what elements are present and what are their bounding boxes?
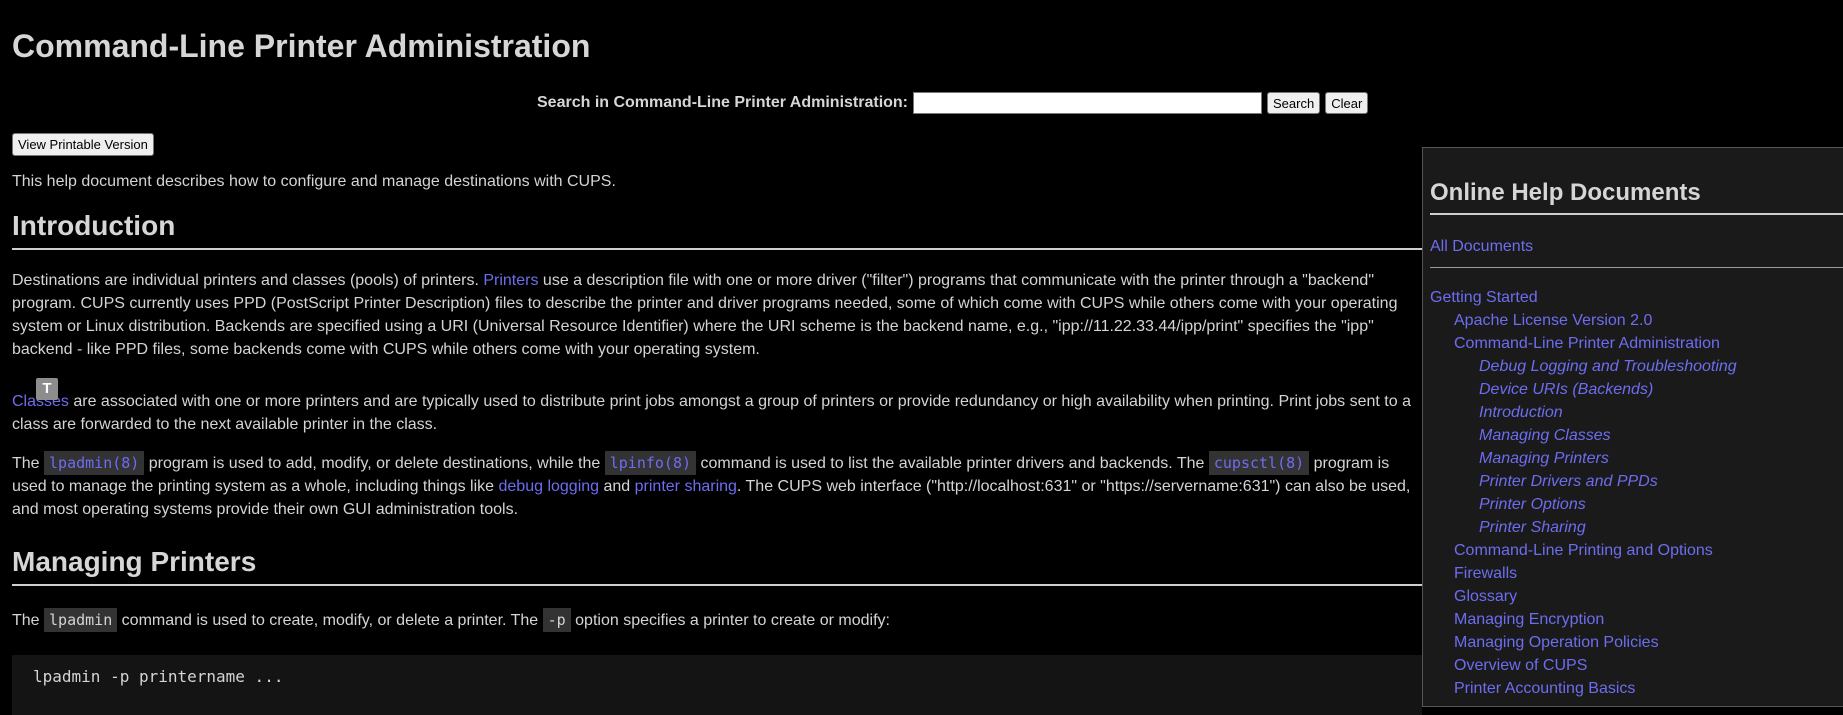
sidebar-item: Command-Line Printer Administration — [1430, 332, 1737, 355]
text: and — [599, 478, 635, 495]
text: option specifies a printer to create or … — [570, 612, 890, 629]
sidebar-link[interactable]: Apache License Version 2.0 — [1454, 312, 1652, 329]
sidebar-item: Managing Classes — [1430, 424, 1737, 447]
sidebar-link[interactable]: Managing Classes — [1479, 427, 1611, 444]
sidebar-item: Printer Sharing — [1430, 516, 1737, 539]
sidebar-item: Apache License Version 2.0 — [1430, 309, 1737, 332]
sidebar-item: Debug Logging and Troubleshooting — [1430, 355, 1737, 378]
sidebar-link[interactable]: Managing Printers — [1479, 450, 1609, 467]
sidebar-divider — [1430, 267, 1843, 268]
paragraph-tools: The lpadmin(8) program is used to add, m… — [12, 451, 1424, 521]
sidebar-link[interactable]: Device URIs (Backends) — [1479, 381, 1653, 398]
sidebar-link[interactable]: Managing Encryption — [1454, 611, 1604, 628]
text: command is used to create, modify, or de… — [117, 612, 543, 629]
sidebar-item: Printer Accounting Basics — [1430, 677, 1737, 700]
sidebar-item: Overview of CUPS — [1430, 654, 1737, 677]
view-printable-version-button[interactable]: View Printable Version — [12, 133, 154, 156]
paragraph-destinations: Destinations are individual printers and… — [12, 269, 1424, 361]
sidebar-link[interactable]: Printer Drivers and PPDs — [1479, 473, 1658, 490]
sidebar-link[interactable]: Introduction — [1479, 404, 1563, 421]
sidebar-item: Glossary — [1430, 585, 1737, 608]
section-heading-managing-printers: Managing Printers — [12, 546, 1422, 586]
page-title: Command-Line Printer Administration — [12, 28, 591, 64]
sidebar-item: Device URIs (Backends) — [1430, 378, 1737, 401]
sidebar-doc-list: Getting Started Apache License Version 2.… — [1430, 286, 1737, 700]
code-option-p: -p — [542, 608, 571, 632]
search-form: Search in Command-Line Printer Administr… — [537, 92, 1369, 114]
code-example-block: lpadmin -p printername ... — [12, 655, 1422, 715]
text-cursor-badge: T — [36, 378, 58, 400]
sidebar-link[interactable]: Printer Accounting Basics — [1454, 680, 1635, 697]
text: The — [12, 455, 45, 472]
link-lpinfo-man[interactable]: lpinfo(8) — [604, 451, 697, 475]
text: Destinations are individual printers and… — [12, 272, 484, 289]
sidebar-link[interactable]: Command-Line Printing and Options — [1454, 542, 1713, 559]
sidebar-all-documents[interactable]: All Documents — [1430, 238, 1533, 256]
clear-button[interactable]: Clear — [1325, 92, 1369, 114]
sidebar-link[interactable]: Glossary — [1454, 588, 1517, 605]
sidebar-link[interactable]: Overview of CUPS — [1454, 657, 1587, 674]
link-printer-sharing[interactable]: printer sharing — [635, 478, 737, 495]
sidebar-link[interactable]: Printer Sharing — [1479, 519, 1586, 536]
search-button[interactable]: Search — [1267, 92, 1321, 114]
sidebar-link[interactable]: Getting Started — [1430, 289, 1538, 306]
sidebar-link[interactable]: Firewalls — [1454, 565, 1517, 582]
link-lpadmin-man[interactable]: lpadmin(8) — [44, 451, 145, 475]
sidebar-link[interactable]: Managing Operation Policies — [1454, 634, 1659, 651]
code-lpadmin: lpadmin — [44, 608, 118, 632]
sidebar-item: Firewalls — [1430, 562, 1737, 585]
text: are associated with one or more printers… — [12, 393, 1411, 433]
sidebar-link[interactable]: Debug Logging and Troubleshooting — [1479, 358, 1737, 375]
sidebar-item: Managing Operation Policies — [1430, 631, 1737, 654]
help-sidebar: Online Help Documents All Documents Gett… — [1422, 147, 1843, 707]
sidebar-item: Getting Started — [1430, 286, 1737, 309]
text: command is used to list the available pr… — [696, 455, 1209, 472]
sidebar-title: Online Help Documents — [1430, 179, 1843, 215]
link-printers[interactable]: Printers — [483, 272, 538, 289]
sidebar-item: Managing Printers — [1430, 447, 1737, 470]
sidebar-link[interactable]: Command-Line Printer Administration — [1454, 335, 1720, 352]
link-debug-logging[interactable]: debug logging — [499, 478, 600, 495]
sidebar-item: Managing Encryption — [1430, 608, 1737, 631]
text: The — [12, 612, 45, 629]
search-input[interactable] — [913, 92, 1263, 114]
intro-description: This help document describes how to conf… — [12, 173, 616, 190]
paragraph-classes: Classes are associated with one or more … — [12, 390, 1424, 436]
sidebar-link[interactable]: Printer Options — [1479, 496, 1586, 513]
sidebar-item: Printer Drivers and PPDs — [1430, 470, 1737, 493]
sidebar-item: Printer Options — [1430, 493, 1737, 516]
section-heading-introduction: Introduction — [12, 210, 1422, 250]
paragraph-lpadmin: The lpadmin command is used to create, m… — [12, 608, 1424, 632]
search-label: Search in Command-Line Printer Administr… — [537, 94, 909, 111]
code-example: lpadmin -p printername ... — [33, 667, 284, 686]
link-cupsctl-man[interactable]: cupsctl(8) — [1208, 451, 1310, 475]
text: program is used to add, modify, or delet… — [144, 455, 605, 472]
sidebar-item: Introduction — [1430, 401, 1737, 424]
sidebar-item: Command-Line Printing and Options — [1430, 539, 1737, 562]
